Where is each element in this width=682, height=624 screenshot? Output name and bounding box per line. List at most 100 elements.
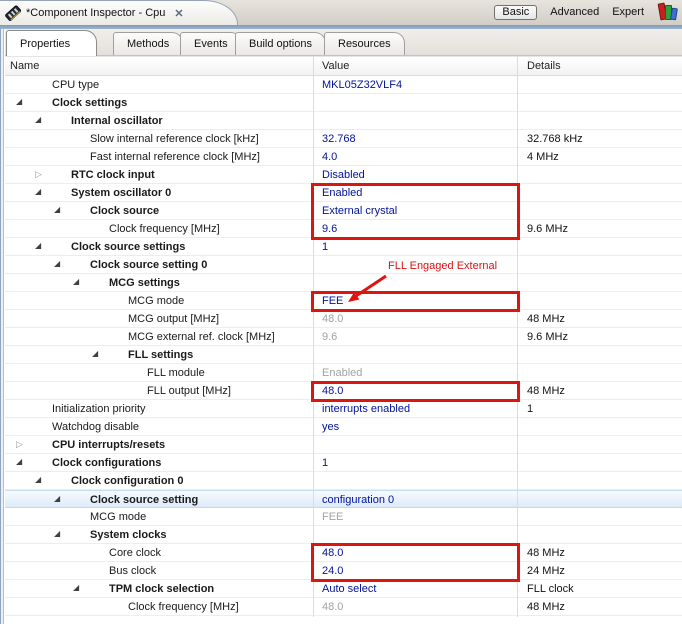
row-value[interactable]: 48.0 — [322, 545, 343, 561]
table-row[interactable]: Clock frequency [MHz] 48.0 48 MHz — [0, 598, 682, 616]
table-row[interactable]: ◢ System oscillator 0 Enabled — [0, 184, 682, 202]
table-row[interactable]: Initialization priority interrupts enable… — [0, 400, 682, 418]
table-row[interactable]: ◢ Clock source External crystal — [0, 202, 682, 220]
row-value[interactable]: FEE — [322, 509, 343, 525]
column-header-name[interactable]: Name — [10, 60, 39, 72]
row-name: Clock source setting 0 — [90, 259, 208, 271]
row-value[interactable]: 9.6 — [322, 221, 337, 237]
table-row[interactable]: MCG output [MHz] 48.0 48 MHz — [0, 310, 682, 328]
table-row[interactable]: ◢ Clock source setting configuration 0 — [0, 490, 682, 508]
table-row[interactable]: ▷ RTC clock input Disabled — [0, 166, 682, 184]
blue-book-icon — [670, 7, 678, 21]
column-header-details[interactable]: Details — [527, 60, 561, 72]
row-value[interactable]: External crystal — [322, 203, 397, 219]
collapse-icon[interactable]: ◢ — [16, 94, 28, 110]
table-row[interactable]: MCG external ref. clock [MHz] 9.6 9.6 MHz — [0, 328, 682, 346]
table-row[interactable]: ◢ TPM clock selection Auto select FLL clock — [0, 580, 682, 598]
books-icon[interactable] — [657, 2, 678, 21]
table-row[interactable]: Bus clock 24.0 24 MHz — [0, 562, 682, 580]
tab-methods[interactable]: Methods — [113, 32, 184, 55]
row-details: FLL clock — [527, 583, 574, 595]
row-value[interactable]: configuration 0 — [322, 492, 394, 508]
close-icon[interactable]: ✕ — [174, 7, 183, 20]
row-value[interactable]: Disabled — [322, 167, 365, 183]
table-row[interactable]: ◢ Clock configuration 0 — [0, 472, 682, 490]
table-row[interactable]: ◢ Clock settings — [0, 94, 682, 112]
row-value[interactable]: 48.0 — [322, 311, 343, 327]
table-header: Name Value Details — [0, 56, 682, 76]
table-row[interactable]: ◢ MCG settings — [0, 274, 682, 292]
row-value[interactable]: 48.0 — [322, 599, 343, 615]
expert-mode-button[interactable]: Expert — [612, 6, 644, 18]
collapse-icon[interactable]: ◢ — [73, 580, 85, 596]
row-value[interactable]: 32.768 — [322, 131, 356, 147]
advanced-mode-button[interactable]: Advanced — [550, 6, 599, 18]
row-value[interactable]: 4.0 — [322, 149, 337, 165]
table-row[interactable]: ◢ FLL settings — [0, 346, 682, 364]
basic-mode-button[interactable]: Basic — [494, 4, 538, 20]
row-name: Clock source — [90, 205, 160, 217]
row-details: 48 MHz — [527, 385, 565, 397]
column-header-value[interactable]: Value — [322, 60, 349, 72]
table-row[interactable]: MCG mode FEE — [0, 508, 682, 526]
table-row[interactable]: ◢ Internal oscillator — [0, 112, 682, 130]
row-value[interactable]: Enabled — [322, 365, 362, 381]
table-row[interactable]: ◢ Clock source setting 0 — [0, 256, 682, 274]
row-name: Fast internal reference clock [MHz] — [90, 151, 260, 163]
row-value[interactable]: 1 — [322, 455, 328, 471]
row-value[interactable]: interrupts enabled — [322, 401, 410, 417]
collapse-icon[interactable]: ◢ — [54, 526, 66, 542]
table-row[interactable]: Watchdog disable yes — [0, 418, 682, 436]
table-row[interactable]: FLL output [MHz] 48.0 48 MHz — [0, 382, 682, 400]
row-name: Core clock — [109, 547, 161, 559]
chip-icon — [5, 5, 21, 21]
table-row[interactable]: FLL module Enabled — [0, 364, 682, 382]
expand-icon[interactable]: ▷ — [35, 166, 47, 182]
editor-tab-component-inspector[interactable]: *Component Inspector - Cpu ✕ — [0, 0, 238, 25]
row-details: 1 — [527, 403, 534, 415]
tab-events[interactable]: Events — [180, 32, 242, 55]
collapse-icon[interactable]: ◢ — [54, 256, 66, 272]
row-name: System oscillator 0 — [71, 187, 172, 199]
table-row[interactable]: ▷ CPU interrupts/resets — [0, 436, 682, 454]
collapse-icon[interactable]: ◢ — [35, 238, 47, 254]
collapse-icon[interactable]: ◢ — [54, 491, 66, 507]
row-value[interactable]: 24.0 — [322, 563, 343, 579]
row-name: FLL settings — [128, 349, 194, 361]
collapse-icon[interactable]: ◢ — [35, 184, 47, 200]
row-value[interactable]: yes — [322, 419, 339, 435]
collapse-icon[interactable]: ◢ — [35, 472, 47, 488]
table-row[interactable]: CPU type MKL05Z32VLF4 — [0, 76, 682, 94]
table-row[interactable]: Slow internal reference clock [kHz] 32.76… — [0, 130, 682, 148]
row-value[interactable]: 48.0 — [322, 383, 343, 399]
row-name: Initialization priority — [52, 403, 146, 415]
tab-properties[interactable]: Properties — [6, 30, 98, 56]
collapse-icon[interactable]: ◢ — [35, 112, 47, 128]
table-row[interactable]: ◢ Clock source settings 1 — [0, 238, 682, 256]
collapse-icon[interactable]: ◢ — [73, 274, 85, 290]
row-name: MCG output [MHz] — [128, 313, 220, 325]
tab-build-options[interactable]: Build options — [235, 32, 326, 55]
row-name: Slow internal reference clock [kHz] — [90, 133, 259, 145]
row-name: Clock source settings — [71, 241, 186, 253]
table-row[interactable]: MCG mode FEE — [0, 292, 682, 310]
row-value[interactable]: 9.6 — [322, 329, 337, 345]
collapse-icon[interactable]: ◢ — [54, 202, 66, 218]
table-row[interactable]: ◢ System clocks — [0, 526, 682, 544]
row-value[interactable]: 1 — [322, 239, 328, 255]
table-row[interactable]: Core clock 48.0 48 MHz — [0, 544, 682, 562]
table-row[interactable]: ◢ Clock configurations 1 — [0, 454, 682, 472]
row-details: 48 MHz — [527, 313, 565, 325]
row-value[interactable]: Enabled — [322, 185, 362, 201]
expand-icon[interactable]: ▷ — [16, 436, 28, 452]
row-name: MCG external ref. clock [MHz] — [128, 331, 275, 343]
table-row[interactable]: Clock frequency [MHz] 9.6 9.6 MHz — [0, 220, 682, 238]
table-row[interactable]: Fast internal reference clock [MHz] 4.0 4 … — [0, 148, 682, 166]
row-value[interactable]: Auto select — [322, 581, 376, 597]
collapse-icon[interactable]: ◢ — [16, 454, 28, 470]
row-value[interactable]: FEE — [322, 293, 343, 309]
collapse-icon[interactable]: ◢ — [92, 346, 104, 362]
tab-resources[interactable]: Resources — [324, 32, 405, 55]
row-details: 32.768 kHz — [527, 133, 583, 145]
row-value[interactable]: MKL05Z32VLF4 — [322, 77, 402, 93]
